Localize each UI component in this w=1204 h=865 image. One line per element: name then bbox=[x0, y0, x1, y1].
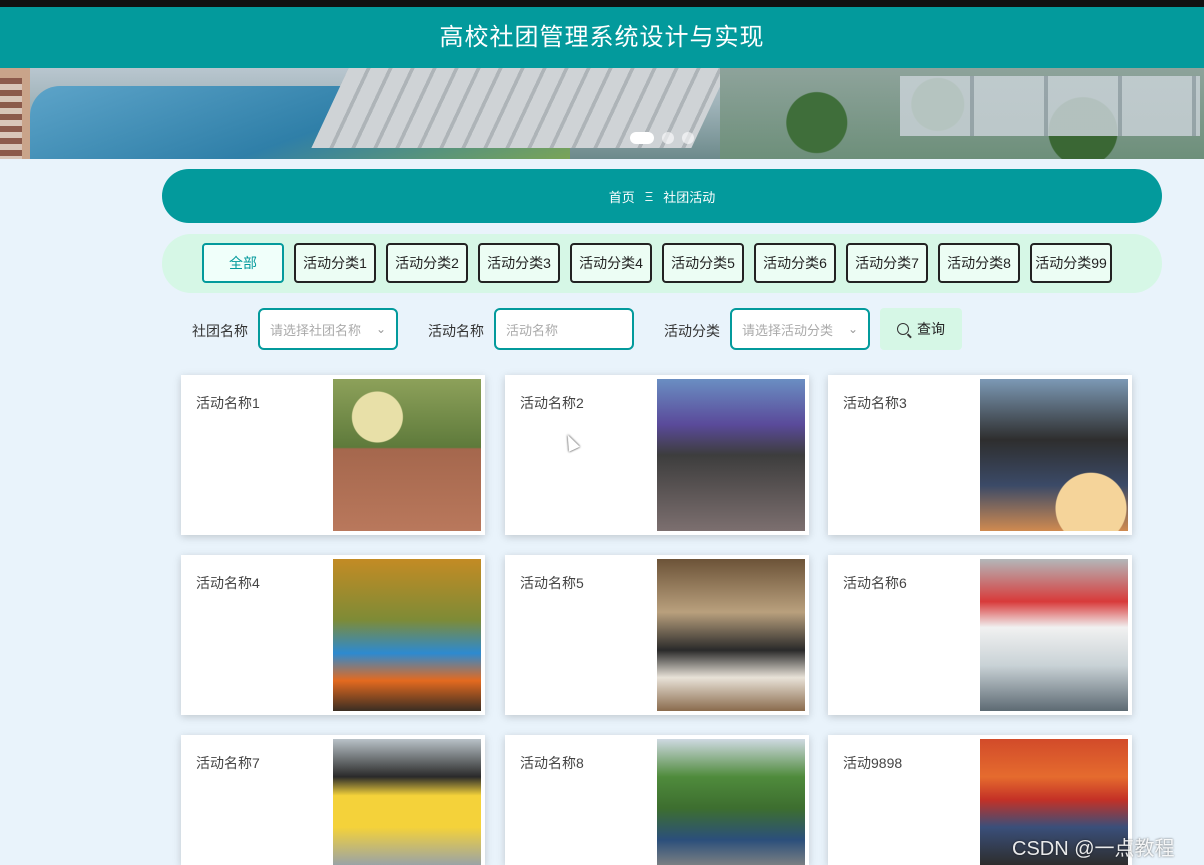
category-8[interactable]: 活动分类8 bbox=[938, 243, 1020, 283]
category-4[interactable]: 活动分类4 bbox=[570, 243, 652, 283]
activity-photo[interactable] bbox=[657, 739, 805, 865]
query-button[interactable]: 查询 bbox=[880, 308, 962, 350]
breadcrumb-home[interactable]: 首页 bbox=[609, 187, 635, 206]
watermark: CSDN @一点教程 bbox=[1012, 838, 1175, 860]
activity-category-placeholder: 请选择活动分类 bbox=[742, 322, 834, 338]
activity-card-title: 活动名称7 bbox=[196, 755, 260, 771]
breadcrumb-separator-icon: Ξ bbox=[644, 188, 654, 204]
activity-card-title: 活动名称4 bbox=[196, 575, 260, 591]
banner-building-windows bbox=[0, 78, 22, 159]
activity-card-title: 活动名称5 bbox=[520, 575, 584, 591]
category-6[interactable]: 活动分类6 bbox=[754, 243, 836, 283]
carousel-dot-3[interactable] bbox=[682, 132, 694, 144]
activity-category-label: 活动分类 bbox=[664, 323, 720, 339]
breadcrumb-current: 社团活动 bbox=[663, 189, 716, 205]
club-name-select[interactable]: 请选择社团名称 ⌄ bbox=[258, 308, 398, 350]
activity-card-title: 活动名称6 bbox=[843, 575, 907, 591]
query-button-label: 查询 bbox=[917, 321, 945, 337]
activity-photo[interactable] bbox=[657, 379, 805, 531]
activity-card-title: 活动名称2 bbox=[520, 395, 584, 411]
breadcrumb: 首页 Ξ 社团活动 bbox=[162, 169, 1162, 223]
activity-photo[interactable] bbox=[333, 739, 481, 865]
activity-card[interactable]: 活动名称5 bbox=[505, 555, 809, 715]
category-99[interactable]: 活动分类99 bbox=[1030, 243, 1112, 283]
activity-category-select[interactable]: 请选择活动分类 ⌄ bbox=[730, 308, 870, 350]
chevron-down-icon: ⌄ bbox=[375, 322, 386, 336]
site-title: 高校社团管理系统设计与实现 bbox=[439, 24, 765, 51]
activity-name-label: 活动名称 bbox=[428, 323, 484, 339]
category-7[interactable]: 活动分类7 bbox=[846, 243, 928, 283]
activity-card[interactable]: 活动名称8 bbox=[505, 735, 809, 865]
activity-card-title: 活动名称8 bbox=[520, 755, 584, 771]
club-name-label: 社团名称 bbox=[192, 323, 248, 339]
activity-card-title: 活动名称3 bbox=[843, 395, 907, 411]
club-name-placeholder: 请选择社团名称 bbox=[270, 322, 362, 338]
category-bar: 全部 活动分类1 活动分类2 活动分类3 活动分类4 活动分类5 活动分类6 活… bbox=[162, 234, 1162, 293]
carousel-dot-2[interactable] bbox=[662, 132, 674, 144]
carousel-dots bbox=[630, 132, 694, 144]
activity-card[interactable]: 活动名称7 bbox=[181, 735, 485, 865]
category-1[interactable]: 活动分类1 bbox=[294, 243, 376, 283]
activity-photo[interactable] bbox=[333, 379, 481, 531]
activity-card[interactable]: 活动名称3 bbox=[828, 375, 1132, 535]
activity-card-title: 活动9898 bbox=[843, 755, 903, 771]
activity-card-title: 活动名称1 bbox=[196, 395, 260, 411]
search-icon bbox=[897, 323, 909, 335]
activity-photo[interactable] bbox=[980, 559, 1128, 711]
banner-carousel[interactable] bbox=[0, 68, 1204, 159]
site-header: 高校社团管理系统设计与实现 bbox=[0, 7, 1204, 68]
chevron-down-icon: ⌄ bbox=[847, 322, 858, 336]
category-5[interactable]: 活动分类5 bbox=[662, 243, 744, 283]
category-2[interactable]: 活动分类2 bbox=[386, 243, 468, 283]
activity-card[interactable]: 活动名称6 bbox=[828, 555, 1132, 715]
activity-card[interactable]: 活动名称4 bbox=[181, 555, 485, 715]
activity-photo[interactable] bbox=[333, 559, 481, 711]
activity-photo[interactable] bbox=[980, 379, 1128, 531]
category-3[interactable]: 活动分类3 bbox=[478, 243, 560, 283]
category-all[interactable]: 全部 bbox=[202, 243, 284, 283]
activity-photo[interactable] bbox=[657, 559, 805, 711]
banner-roofs bbox=[900, 76, 1200, 136]
activity-name-placeholder: 活动名称 bbox=[506, 322, 559, 338]
activity-name-input[interactable]: 活动名称 bbox=[494, 308, 634, 350]
carousel-dot-1[interactable] bbox=[630, 132, 654, 144]
activity-card[interactable]: 活动名称1 bbox=[181, 375, 485, 535]
activity-card[interactable]: 活动名称2 bbox=[505, 375, 809, 535]
top-strip bbox=[0, 0, 1204, 7]
